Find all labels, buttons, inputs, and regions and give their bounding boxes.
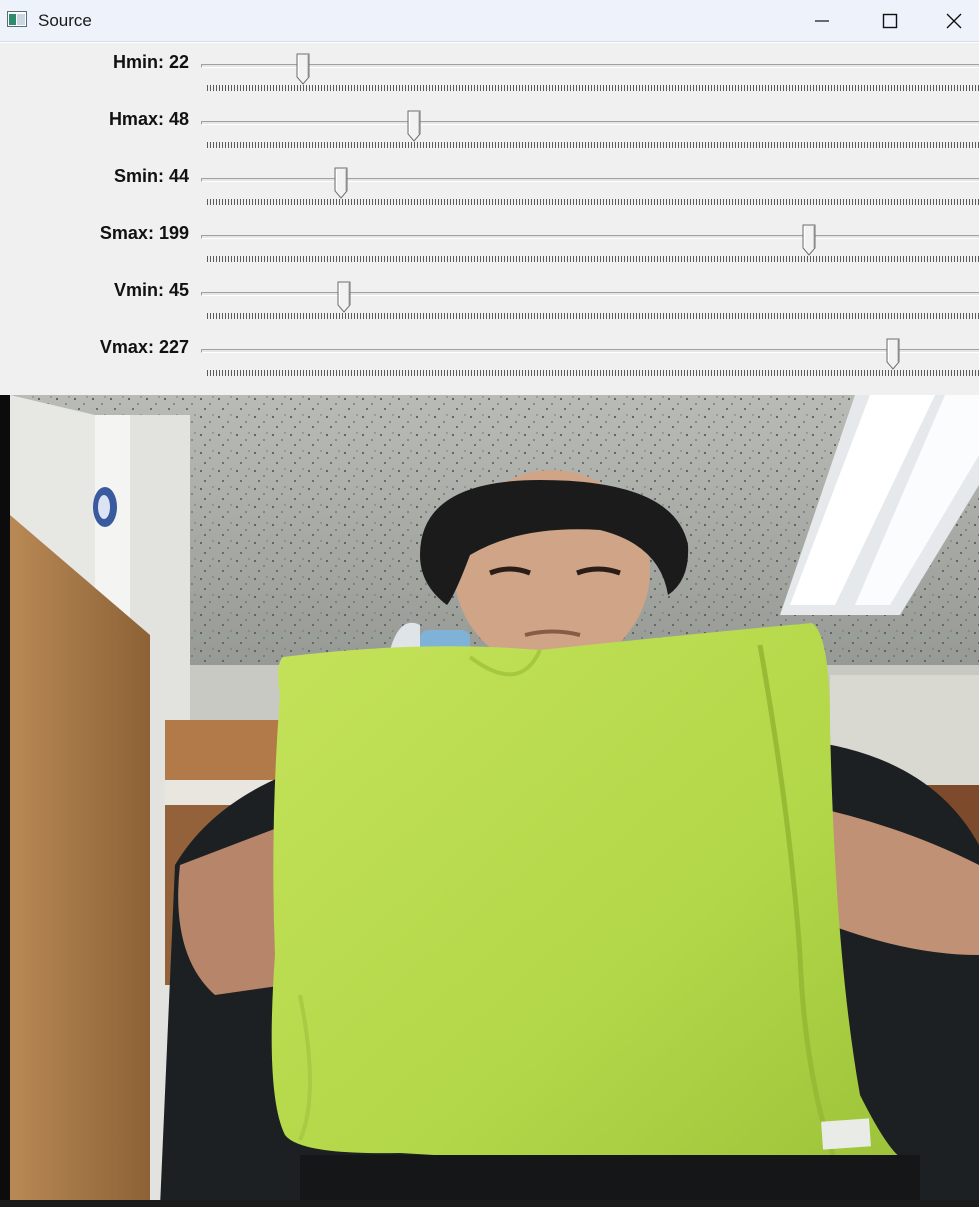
maximize-button[interactable] (858, 0, 922, 42)
trackbar-thumb[interactable] (886, 338, 900, 372)
trackbar-thumb[interactable] (334, 167, 348, 201)
window-title: Source (38, 11, 92, 30)
video-frame (0, 395, 979, 1207)
trackbar-ticks (207, 370, 979, 376)
trackbar-row-vmax: Vmax: 227 (0, 328, 979, 385)
trackbar-label: Hmin: 22 (112, 52, 189, 72)
trackbar-track[interactable] (201, 349, 979, 353)
trackbar-row-hmin: Hmin: 22 (0, 43, 979, 100)
app-icon (7, 11, 27, 27)
trackbar-label: Vmax: 227 (99, 337, 189, 357)
trackbar-ticks (207, 199, 979, 205)
trackbar-thumb[interactable] (407, 110, 421, 144)
trackbar-thumb[interactable] (802, 224, 816, 258)
trackbar-row-vmin: Vmin: 45 (0, 271, 979, 328)
trackbar-row-smin: Smin: 44 (0, 157, 979, 214)
trackbar-ticks (207, 142, 979, 148)
trackbar-label: Smin: 44 (113, 166, 189, 186)
trackbar-ticks (207, 313, 979, 319)
window-bottom-edge (0, 1200, 979, 1207)
trackbar-track[interactable] (201, 235, 979, 239)
minimize-button[interactable] (790, 0, 854, 42)
close-button[interactable] (928, 0, 979, 42)
trackbar-track[interactable] (201, 121, 979, 125)
trackbar-panel: Hmin: 22 Hmax: 48 Smin: 44 Smax: 199 Vmin: 45… (0, 43, 979, 395)
trackbar-ticks (207, 85, 979, 91)
trackbar-label: Vmin: 45 (113, 280, 189, 300)
close-icon (946, 13, 962, 29)
trackbar-row-smax: Smax: 199 (0, 214, 979, 271)
trackbar-row-hmax: Hmax: 48 (0, 100, 979, 157)
trackbar-track[interactable] (201, 292, 979, 296)
title-bar[interactable]: Source (0, 0, 979, 42)
maximize-icon (882, 13, 898, 29)
trackbar-thumb[interactable] (337, 281, 351, 315)
trackbar-thumb[interactable] (296, 53, 310, 87)
camera-image (0, 395, 979, 1207)
trackbar-track[interactable] (201, 64, 979, 68)
trackbar-label: Smax: 199 (99, 223, 189, 243)
trackbar-ticks (207, 256, 979, 262)
minimize-icon (815, 20, 829, 22)
trackbar-track[interactable] (201, 178, 979, 182)
trackbar-label: Hmax: 48 (108, 109, 189, 129)
